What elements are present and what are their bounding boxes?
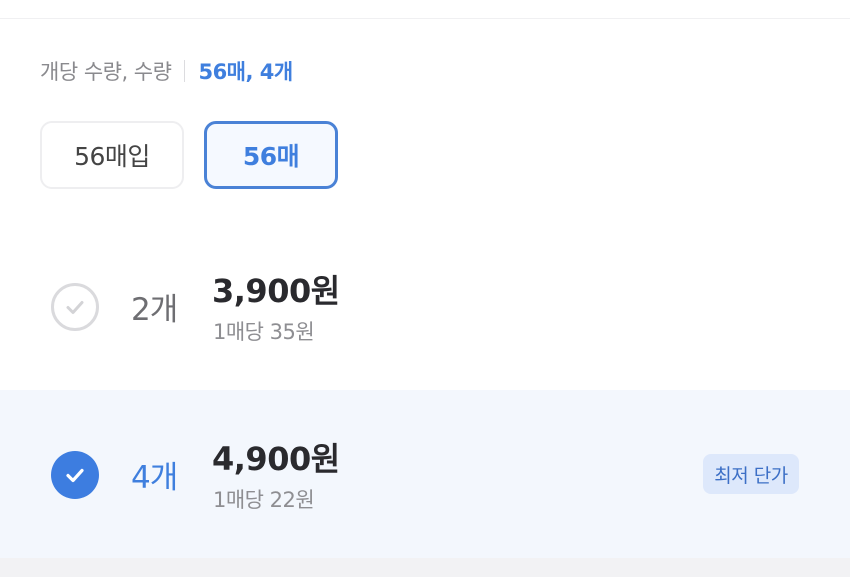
option-selected-value: 56매, 4개	[198, 60, 293, 84]
option-label: 개당 수량, 수량	[40, 60, 172, 84]
chip-56-sheets-selected[interactable]: 56매	[204, 121, 338, 189]
bottom-divider	[0, 558, 850, 577]
option-separator	[184, 60, 186, 82]
price: 3,900원	[212, 272, 340, 310]
unit-price: 1매당 22원	[213, 488, 315, 512]
lowest-unit-price-badge: 최저 단가	[703, 454, 799, 494]
chip-56-pack[interactable]: 56매입	[40, 121, 184, 189]
quantity-label: 2개	[131, 292, 178, 328]
pack-size-chips: 56매입 56매	[40, 121, 338, 189]
quantity-label: 4개	[131, 460, 178, 496]
check-circle-outline-icon[interactable]	[51, 283, 99, 331]
quantity-option-2[interactable]: 2개 3,900원 1매당 35원	[0, 222, 850, 390]
unit-price: 1매당 35원	[213, 320, 315, 344]
option-summary: 개당 수량, 수량 56매, 4개	[40, 56, 293, 86]
check-circle-filled-icon[interactable]	[51, 451, 99, 499]
quantity-option-4-selected[interactable]: 4개 4,900원 1매당 22원 최저 단가	[0, 390, 850, 558]
top-divider	[0, 18, 850, 19]
price: 4,900원	[212, 440, 340, 478]
